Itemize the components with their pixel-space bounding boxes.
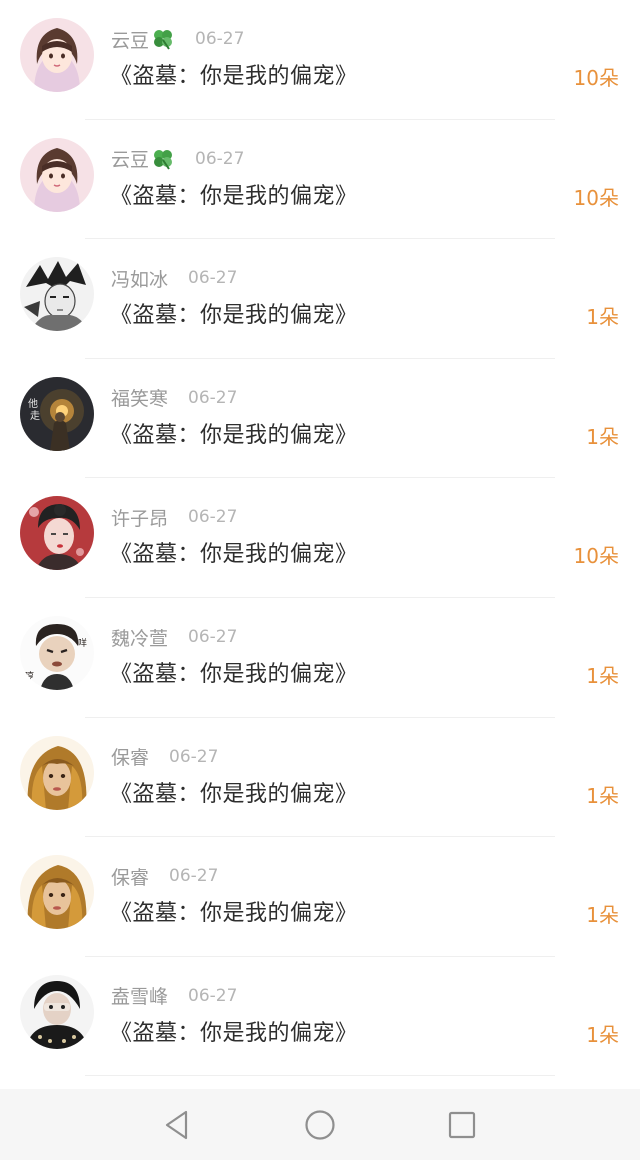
- sketch-boy-avatar-icon[interactable]: [20, 257, 94, 332]
- anime-girl-avatar-icon[interactable]: [20, 18, 94, 92]
- list-item[interactable]: 保睿 06-27 《盗墓：你是我的偏宠》 1朵: [0, 837, 640, 957]
- book-title[interactable]: 《盗墓：你是我的偏宠》: [110, 895, 358, 927]
- user-name: 保睿: [111, 747, 150, 770]
- item-meta: 保睿 06-27: [111, 862, 218, 890]
- covered-face-avatar-icon[interactable]: [20, 974, 94, 1049]
- item-date: 06-27: [188, 387, 238, 408]
- item-meta: 盍雪峰 06-27: [111, 982, 237, 1010]
- system-navigation-bar: [0, 1089, 640, 1160]
- item-meta: 魏冷萱 06-27: [111, 623, 237, 651]
- book-title[interactable]: 《盗墓：你是我的偏宠》: [110, 58, 358, 90]
- user-name: 冯如冰: [111, 268, 169, 291]
- book-title[interactable]: 《盗墓：你是我的偏宠》: [110, 417, 358, 449]
- item-meta: 许子昂 06-27: [111, 503, 237, 531]
- item-date: 06-27: [195, 148, 245, 169]
- list-item[interactable]: 哼 咩 魏冷萱 06-27 《盗墓：你是我的偏宠》 1朵: [0, 598, 640, 718]
- home-circle-icon[interactable]: [298, 1103, 342, 1147]
- item-date: 06-27: [188, 627, 238, 647]
- user-name: 许子昂: [111, 507, 169, 530]
- lantern-figure-avatar-icon[interactable]: 他 走: [20, 376, 94, 451]
- book-title[interactable]: 《盗墓：你是我的偏宠》: [110, 178, 358, 210]
- clover-icon: [151, 148, 175, 170]
- item-date: 06-27: [169, 866, 219, 887]
- item-date: 06-27: [195, 29, 245, 49]
- flower-count: 10朵: [573, 66, 619, 90]
- painted-lady-avatar-icon[interactable]: [20, 496, 94, 571]
- book-title[interactable]: 《盗墓：你是我的偏宠》: [110, 1015, 358, 1047]
- flower-count: 1朵: [586, 305, 619, 330]
- book-title[interactable]: 《盗墓：你是我的偏宠》: [110, 776, 358, 808]
- flower-count: 1朵: [586, 903, 619, 928]
- list-item[interactable]: 许子昂 06-27 《盗墓：你是我的偏宠》 10朵: [0, 478, 640, 598]
- back-triangle-icon[interactable]: [156, 1103, 200, 1147]
- flower-count: 1朵: [586, 1022, 619, 1047]
- user-name: 魏冷萱: [111, 627, 169, 650]
- item-date: 06-27: [188, 985, 238, 1006]
- item-date: 06-27: [188, 507, 238, 528]
- blonde-woman-avatar-icon[interactable]: [20, 735, 94, 810]
- user-name: 保睿: [111, 866, 150, 889]
- list-item[interactable]: 云豆 06-27 《盗墓：你是我的偏宠》 10朵: [0, 120, 640, 240]
- item-meta: 云豆 06-27: [111, 145, 244, 173]
- list-item[interactable]: 他 走 福笑寒 06-27 《盗墓：你是我的偏宠》 1朵: [0, 359, 640, 479]
- item-meta: 云豆 06-27: [111, 25, 244, 53]
- flower-count: 1朵: [586, 783, 619, 808]
- item-date: 06-27: [188, 268, 238, 289]
- book-title[interactable]: 《盗墓：你是我的偏宠》: [110, 536, 358, 568]
- user-name: 云豆: [111, 29, 150, 52]
- recents-square-icon[interactable]: [440, 1103, 484, 1147]
- item-date: 06-27: [169, 746, 219, 767]
- user-name: 福笑寒: [111, 388, 169, 411]
- anime-girl-avatar-icon[interactable]: [20, 137, 94, 212]
- svg-text:咩: 咩: [78, 637, 87, 649]
- item-meta: 福笑寒 06-27: [111, 384, 237, 412]
- svg-text:哼: 哼: [24, 670, 34, 683]
- book-title[interactable]: 《盗墓：你是我的偏宠》: [110, 656, 358, 688]
- svg-text:他: 他: [28, 397, 38, 410]
- item-meta: 保睿 06-27: [111, 743, 218, 771]
- flower-count: 10朵: [573, 185, 619, 210]
- user-name: 云豆: [111, 149, 150, 172]
- flower-count: 1朵: [586, 664, 619, 688]
- book-title[interactable]: 《盗墓：你是我的偏宠》: [110, 297, 358, 329]
- list-item[interactable]: 盍雪峰 06-27 《盗墓：你是我的偏宠》 1朵: [0, 957, 640, 1077]
- list-item[interactable]: 云豆 06-27 《盗墓：你是我的偏宠》 10朵: [0, 0, 640, 120]
- flower-count: 1朵: [586, 424, 619, 449]
- clover-icon: [151, 28, 175, 50]
- list-item[interactable]: 冯如冰 06-27 《盗墓：你是我的偏宠》 1朵: [0, 239, 640, 359]
- flower-count: 10朵: [573, 544, 619, 569]
- svg-text:走: 走: [30, 410, 40, 422]
- item-meta: 冯如冰 06-27: [111, 264, 237, 292]
- divider: [85, 1075, 555, 1077]
- list-item[interactable]: 保睿 06-27 《盗墓：你是我的偏宠》 1朵: [0, 718, 640, 838]
- cartoon-baby-avatar-icon[interactable]: 哼 咩: [20, 616, 94, 690]
- user-name: 盍雪峰: [111, 986, 169, 1009]
- blonde-woman-avatar-icon[interactable]: [20, 855, 94, 930]
